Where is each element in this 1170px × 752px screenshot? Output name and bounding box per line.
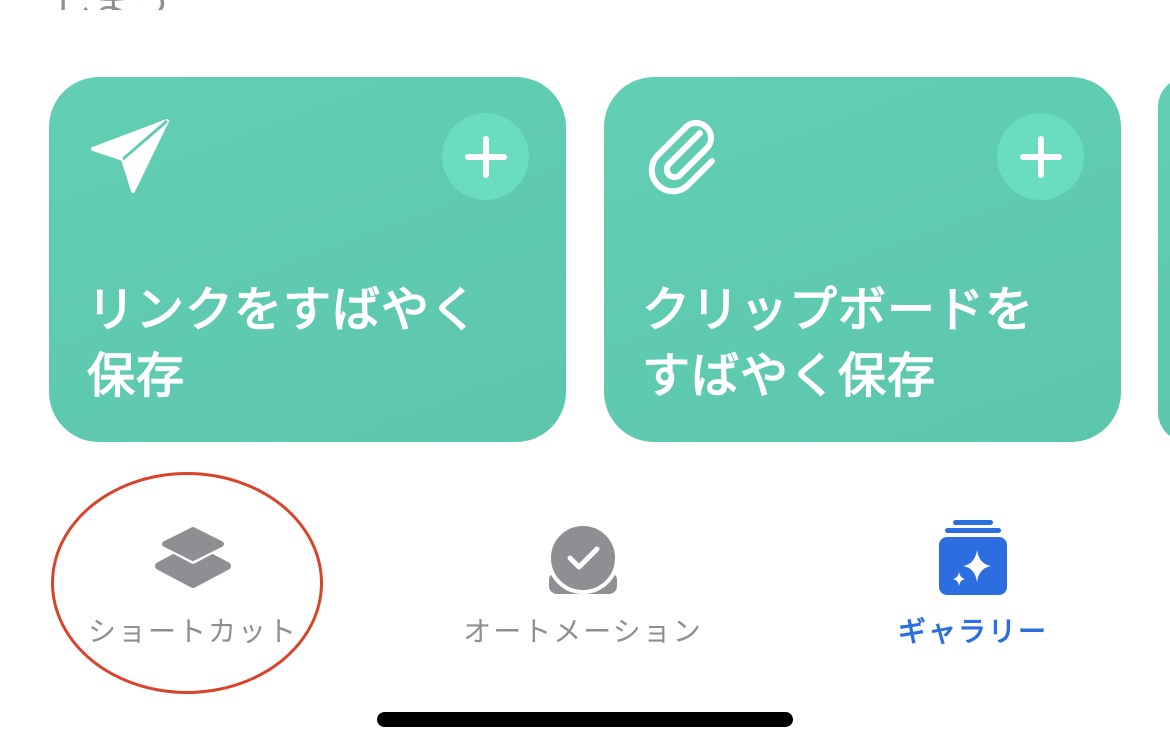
sparkles-stack-icon (939, 520, 1007, 595)
shortcut-card-partial[interactable] (1158, 77, 1170, 442)
tab-automation[interactable]: オートメーション (453, 520, 713, 650)
shortcut-card-save-clipboard[interactable]: クリップボードを すばやく保存 (604, 77, 1121, 442)
add-shortcut-button[interactable] (442, 113, 529, 200)
add-shortcut-button[interactable] (997, 113, 1084, 200)
tab-gallery[interactable]: ギャラリー (843, 520, 1103, 650)
tab-label: ギャラリー (897, 615, 1048, 648)
card-title-line: クリップボードを (642, 282, 1035, 338)
plus-icon (1019, 135, 1062, 178)
home-indicator[interactable] (377, 712, 793, 727)
card-title-line: リンクをすばやく (87, 282, 480, 338)
card-title-line: 保存 (87, 348, 186, 404)
plus-icon (464, 135, 507, 178)
section-subtitle-partial: しまう (52, 0, 172, 10)
paperclip-icon (648, 120, 715, 195)
card-title: リンクをすばやく 保存 (87, 277, 537, 409)
tab-label: オートメーション (463, 615, 703, 648)
paper-plane-icon (91, 119, 169, 193)
annotation-highlight-circle (51, 472, 323, 694)
card-title: クリップボードを すばやく保存 (642, 277, 1092, 409)
checkmark-clock-icon (547, 522, 619, 594)
shortcut-card-save-link[interactable]: リンクをすばやく 保存 (49, 77, 566, 442)
card-title-line: すばやく保存 (642, 348, 937, 404)
